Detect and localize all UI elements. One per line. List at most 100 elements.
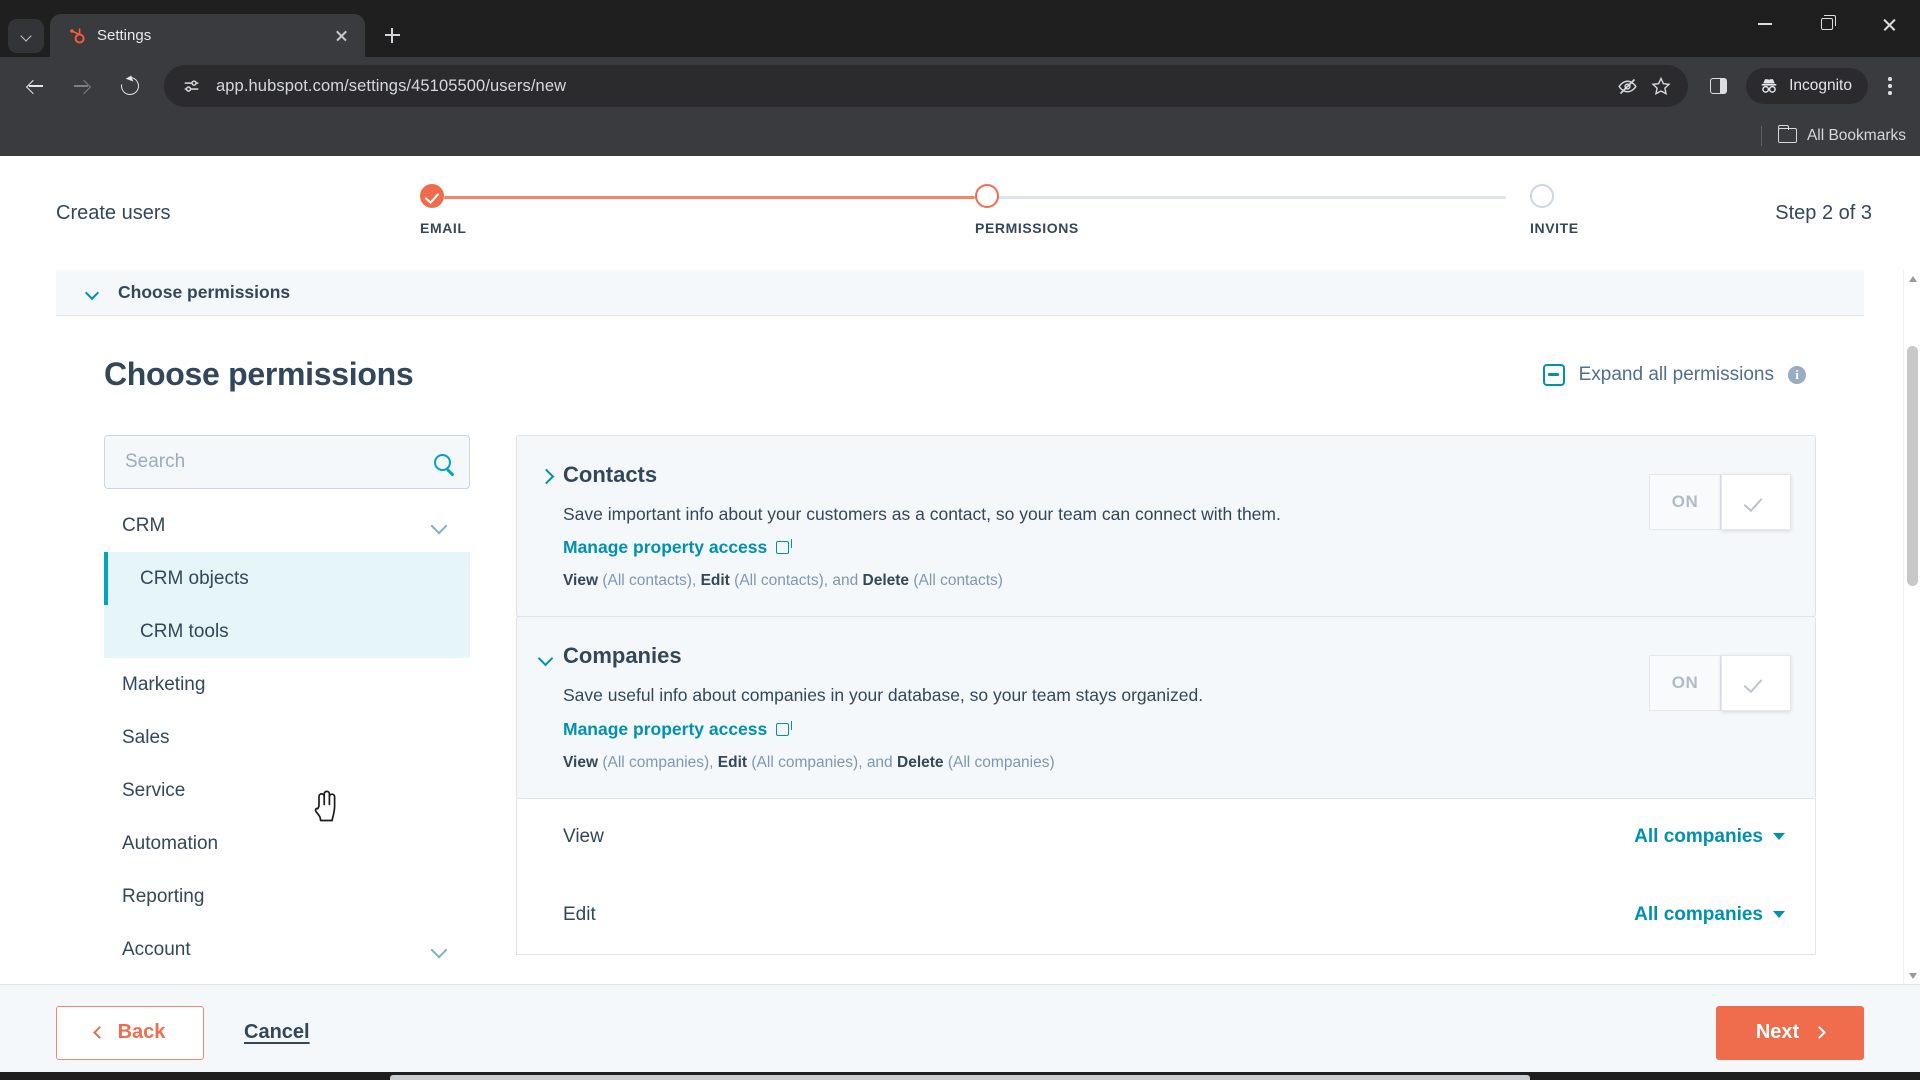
permission-toggle[interactable]: ON	[1649, 474, 1791, 530]
sidebar-item-crm-tools[interactable]: CRM tools	[104, 605, 470, 658]
wizard-footer: Back Cancel Next	[0, 984, 1920, 1080]
permissions-panel: Choose permissions Expand all permission…	[56, 316, 1864, 976]
permissions-layout: CRM CRM objects CRM tools	[104, 435, 1816, 976]
minimize-button[interactable]	[1734, 0, 1796, 48]
sidebar-item-label: Sales	[122, 726, 170, 748]
cancel-button[interactable]: Cancel	[244, 1021, 310, 1044]
manage-property-access-link[interactable]: Manage property access	[563, 537, 793, 558]
maximize-icon	[1821, 15, 1836, 30]
row-label: Edit	[563, 903, 596, 925]
bookmark-star-icon[interactable]	[1644, 69, 1678, 103]
chevron-right-icon[interactable]	[537, 468, 555, 486]
next-button[interactable]: Next	[1716, 1005, 1864, 1060]
kebab-menu-icon[interactable]	[1870, 66, 1910, 106]
edit-scope-dropdown[interactable]: All companies	[1634, 904, 1785, 926]
link-label: Manage property access	[563, 718, 768, 739]
manage-property-access-link[interactable]: Manage property access	[563, 718, 793, 740]
view-value: (All contacts),	[602, 572, 697, 590]
maximize-button[interactable]	[1796, 0, 1858, 48]
sidebar-group-crm[interactable]: CRM	[104, 499, 470, 552]
forward-button[interactable]	[62, 66, 102, 106]
sidebar-item-reporting[interactable]: Reporting	[104, 870, 470, 923]
accordion-header-choose-permissions[interactable]: Choose permissions	[56, 270, 1864, 316]
step-line-completed	[444, 196, 975, 199]
back-arrow-icon	[26, 78, 43, 95]
sidebar-item-label: Automation	[122, 832, 219, 854]
back-button[interactable]: Back	[56, 1005, 204, 1060]
page-scrollbar[interactable]	[1903, 270, 1920, 984]
window-close-button[interactable]	[1858, 0, 1920, 48]
sidebar-item-automation[interactable]: Automation	[104, 817, 470, 870]
sidebar-item-sales[interactable]: Sales	[104, 711, 470, 764]
browser-window: Settings app.hubspot.com/settings/451055…	[0, 0, 1920, 1080]
sidebar-item-label: Reporting	[122, 885, 205, 907]
back-button[interactable]	[14, 66, 54, 106]
caret-down-icon	[1773, 833, 1785, 841]
new-tab-button[interactable]	[375, 18, 409, 52]
search-input[interactable]	[125, 451, 434, 473]
dropdown-value: All companies	[1634, 903, 1763, 925]
accordion-title: Choose permissions	[118, 282, 291, 302]
expand-all-label: Expand all permissions	[1578, 363, 1774, 385]
incognito-icon	[1761, 79, 1777, 93]
toggle-on-label[interactable]: ON	[1649, 474, 1721, 530]
toggle-selected-segment[interactable]	[1721, 655, 1791, 712]
view-label: View	[563, 753, 599, 771]
incognito-profile-button[interactable]: Incognito	[1746, 68, 1868, 104]
site-settings-icon[interactable]	[180, 75, 202, 97]
address-bar[interactable]: app.hubspot.com/settings/45105500/users/…	[164, 65, 1689, 107]
sidebar-item-crm-objects[interactable]: CRM objects	[104, 552, 470, 605]
toggle-on-label[interactable]: ON	[1649, 655, 1721, 712]
bookmarks-bar: All Bookmarks	[0, 115, 1920, 156]
chevron-down-icon[interactable]	[537, 649, 555, 667]
permission-cards: Contacts Save important info about your …	[516, 435, 1816, 955]
sidebar-item-label: Service	[122, 779, 186, 801]
search-icon[interactable]	[434, 453, 451, 471]
check-icon	[1746, 678, 1766, 689]
sidebar-group-label: CRM	[122, 514, 166, 536]
reload-button[interactable]	[110, 66, 150, 106]
chevron-down-icon	[430, 941, 448, 959]
permission-summary: View (All companies), Edit (All companie…	[563, 754, 1627, 772]
folder-icon	[1777, 124, 1797, 143]
scrollbar-thumb[interactable]	[1907, 346, 1918, 586]
browser-tab[interactable]: Settings	[50, 14, 365, 57]
sidebar-item-service[interactable]: Service	[104, 764, 470, 817]
row-label: View	[563, 825, 604, 847]
chevron-left-icon	[92, 1026, 106, 1039]
tab-search-button[interactable]	[8, 19, 44, 53]
all-bookmarks-label: All Bookmarks	[1806, 126, 1906, 144]
all-bookmarks-button[interactable]: All Bookmarks	[1777, 124, 1906, 145]
search-field[interactable]	[104, 435, 470, 489]
view-value: (All companies),	[602, 753, 714, 771]
close-icon[interactable]	[329, 24, 353, 48]
browser-toolbar: app.hubspot.com/settings/45105500/users/…	[0, 57, 1920, 115]
next-label: Next	[1755, 1021, 1800, 1043]
permission-toggle[interactable]: ON	[1649, 655, 1791, 712]
info-icon[interactable]: i	[1788, 365, 1806, 384]
collapse-minus-icon	[1542, 363, 1565, 386]
chevron-down-icon	[21, 31, 32, 42]
mouse-cursor	[314, 790, 336, 822]
permissions-sidebar: CRM CRM objects CRM tools	[104, 435, 470, 976]
chevron-right-icon	[1813, 1026, 1827, 1039]
permission-title: Companies	[563, 643, 682, 669]
scroll-down-arrow[interactable]	[1904, 967, 1920, 984]
content-area: Choose permissions Choose permissions Ex…	[0, 270, 1920, 984]
scroll-up-arrow[interactable]	[1904, 270, 1920, 287]
os-taskbar-strip	[0, 1072, 1920, 1080]
sidebar-group-account[interactable]: Account	[104, 923, 470, 976]
view-scope-dropdown[interactable]: All companies	[1634, 826, 1785, 848]
hide-password-icon[interactable]	[1610, 69, 1644, 103]
delete-label: Delete	[862, 572, 910, 590]
side-panel-button[interactable]	[1698, 66, 1738, 106]
sidebar-subitems-crm: CRM objects CRM tools	[104, 552, 470, 658]
page-title: Create users	[56, 202, 171, 224]
forward-arrow-icon	[73, 78, 91, 95]
expand-all-permissions-button[interactable]: Expand all permissions i	[1542, 363, 1806, 386]
permission-title: Contacts	[563, 462, 658, 487]
toggle-selected-segment[interactable]	[1721, 474, 1791, 530]
permission-description: Save important info about your customers…	[563, 504, 1281, 524]
sidebar-item-marketing[interactable]: Marketing	[104, 658, 470, 711]
permission-card-contacts: Contacts Save important info about your …	[516, 435, 1816, 618]
